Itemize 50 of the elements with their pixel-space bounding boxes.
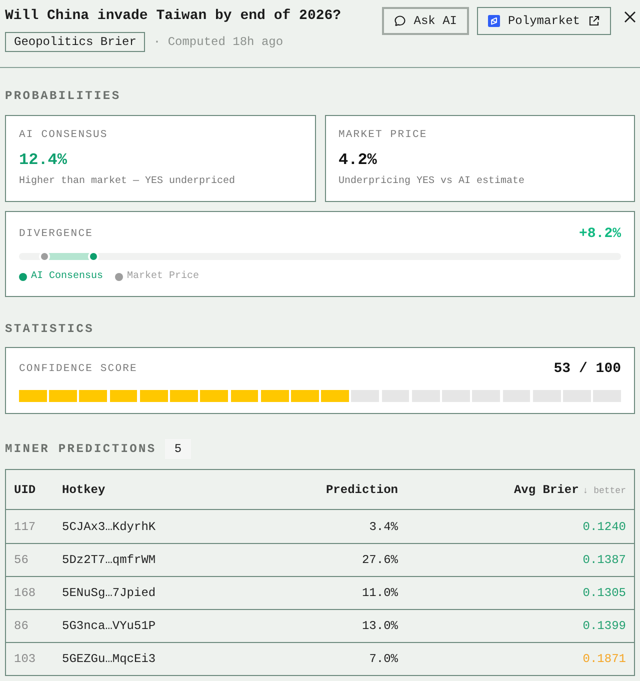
divergence-value: +8.2%	[578, 225, 621, 243]
brier-score-cell-text: 0.1871	[582, 651, 627, 668]
external-link-button[interactable]: Polymarket	[476, 7, 611, 35]
external-link-icon	[588, 15, 600, 27]
legend-label: AI Consensus	[31, 270, 104, 284]
prediction-cell-text: 7.0%	[368, 651, 399, 668]
hotkey-cell-text: 5Dz2T7…qmfrWM	[61, 552, 157, 569]
uid-cell-text: 117	[13, 518, 37, 536]
page-title: Will China invade Taiwan by end of 2026?	[5, 7, 342, 26]
section-heading: PROBABILITIES	[5, 88, 122, 104]
card-note: Underpricing YES vs AI estimate	[338, 175, 526, 189]
brier-score-cell-text: 0.1240	[582, 518, 627, 536]
uid-cell-text: 86	[13, 618, 30, 635]
card-note: Higher than market — YES underpriced	[19, 175, 236, 189]
column-header: Prediction	[324, 482, 399, 498]
metric-value: 12.4%	[19, 150, 68, 170]
brier-score-cell-text: 0.1305	[582, 585, 627, 602]
section-heading: STATISTICS	[5, 321, 96, 337]
card-label: CONFIDENCE SCORE	[19, 362, 138, 376]
prediction-cell-text: 27.6%	[360, 552, 399, 569]
section-heading: MINER PREDICTIONS	[5, 441, 156, 457]
uid-cell-text: 168	[13, 585, 37, 602]
prediction-cell-text: 3.4%	[368, 518, 399, 536]
chat-bubble-icon	[394, 15, 406, 27]
hotkey-cell-text: 5CJAx3…KdyrhK	[61, 518, 157, 536]
hotkey-cell-text: 5G3nca…VYu51P	[61, 618, 157, 635]
card-label: MARKET PRICE	[338, 128, 428, 142]
category-tag: Geopolitics Brier	[5, 32, 146, 52]
brier-score-cell-text: 0.1387	[582, 552, 627, 569]
uid-cell-text: 103	[13, 651, 37, 668]
prediction-cell-text: 13.0%	[360, 618, 399, 635]
column-note: ↓ better	[582, 484, 626, 498]
column-header: UID	[13, 482, 37, 498]
ask-ai-button[interactable]: Ask AI	[382, 7, 469, 35]
brier-score-cell-text: 0.1399	[582, 618, 627, 635]
card-label: DIVERGENCE	[19, 227, 94, 241]
hotkey-cell-text: 5GEZGu…MqcEi3	[61, 651, 157, 668]
column-header: Avg Brier	[514, 482, 579, 498]
legend-label: Market Price	[127, 270, 200, 284]
metric-value: 4.2%	[338, 150, 378, 170]
confidence-reading: 53 / 100	[554, 360, 621, 378]
prediction-cell-text: 11.0%	[360, 585, 399, 602]
card-label: AI CONSENSUS	[19, 128, 109, 142]
hotkey-cell-text: 5ENuSg…7Jpied	[61, 585, 157, 602]
close-icon[interactable]	[624, 11, 636, 23]
column-header: Hotkey	[61, 482, 106, 498]
computed-time: · Computed 18h ago	[153, 34, 284, 51]
count-badge: 5	[165, 439, 191, 459]
app-logo-icon	[488, 15, 500, 27]
uid-cell-text: 56	[13, 552, 30, 569]
